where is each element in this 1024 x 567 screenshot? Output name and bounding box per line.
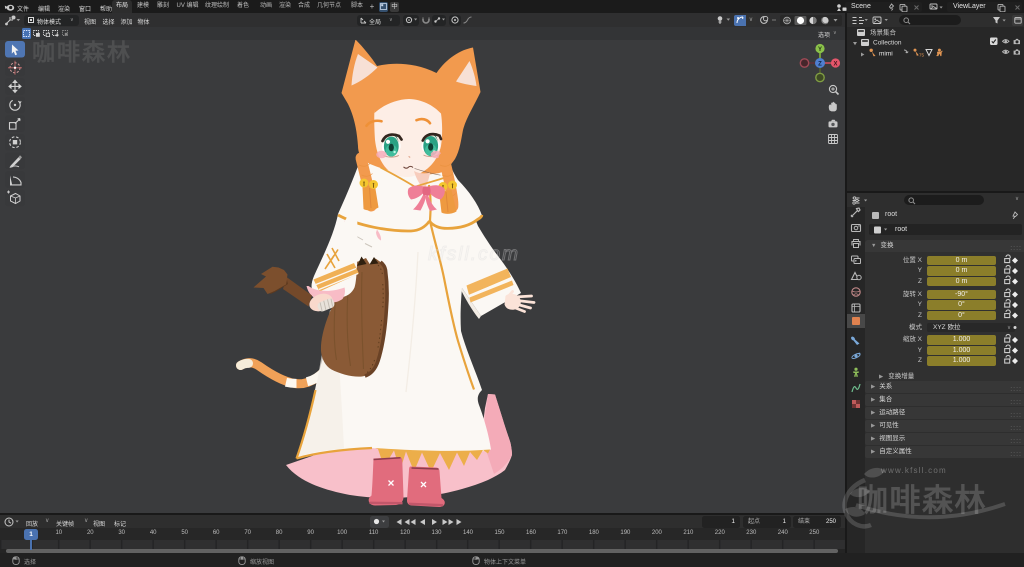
- svg-text:75: 75: [919, 53, 925, 58]
- svg-text:Z: Z: [818, 62, 822, 68]
- svg-text:X: X: [833, 62, 837, 68]
- svg-text:Collection: Collection: [873, 40, 902, 47]
- svg-text:场景集合: 场景集合: [870, 28, 897, 37]
- svg-text:Y: Y: [818, 47, 822, 53]
- svg-text:mimi: mimi: [879, 51, 893, 58]
